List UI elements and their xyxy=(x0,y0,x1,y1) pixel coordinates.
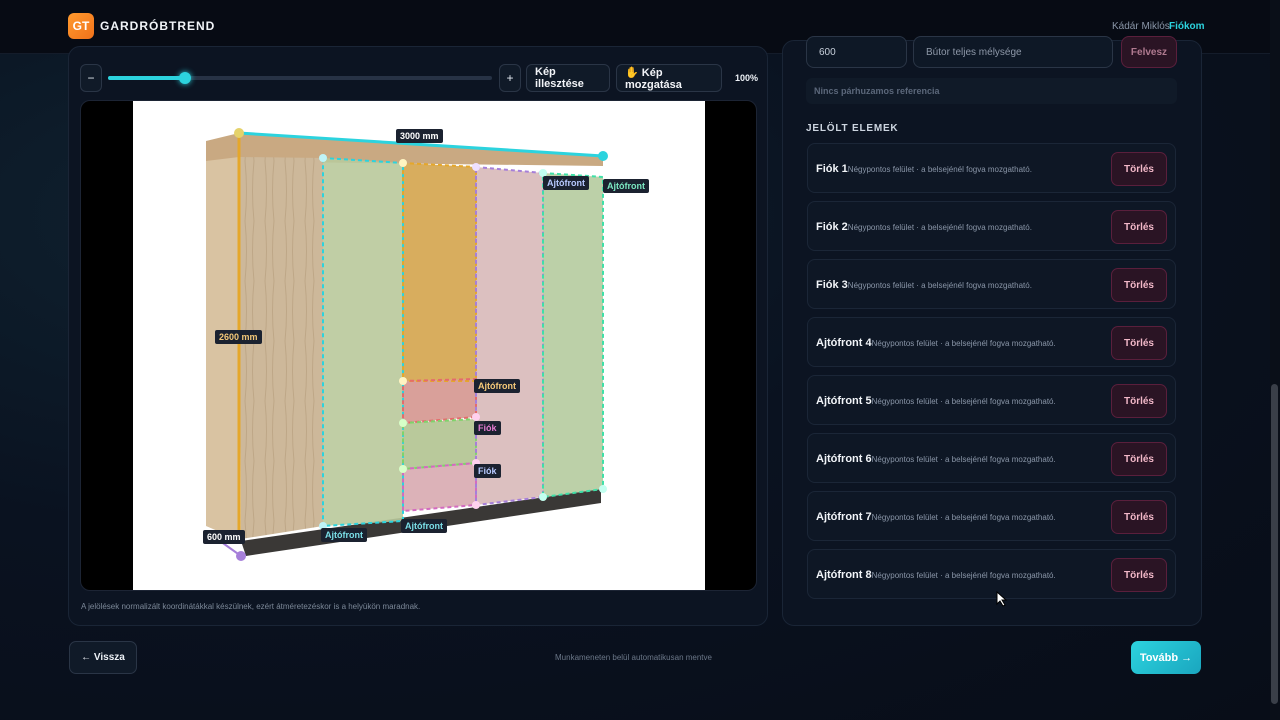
marked-element-description: Négypontos felület · a belsejénél fogva … xyxy=(847,223,1032,232)
panel-1 xyxy=(239,157,323,539)
element-label: Fiók xyxy=(474,421,501,435)
zoom-slider-fill xyxy=(108,76,185,80)
delete-element-button[interactable]: Törlés xyxy=(1111,384,1167,418)
marked-element-card[interactable]: Fiók 2Négypontos felület · a belsejénél … xyxy=(807,201,1176,251)
marked-element-card[interactable]: Ajtófront 4Négypontos felület · a belsej… xyxy=(807,317,1176,367)
handle-depth[interactable] xyxy=(236,551,246,561)
element-label: Ajtófront xyxy=(543,176,589,190)
marked-element-card[interactable]: Ajtófront 7Négypontos felület · a belsej… xyxy=(807,491,1176,541)
drawer-2[interactable] xyxy=(403,419,476,469)
image-canvas[interactable]: 3000 mm 2600 mm 600 mm Ajtófront Ajtófro… xyxy=(80,100,757,591)
marked-element-title: Fiók 1 xyxy=(816,163,848,175)
panel-4[interactable] xyxy=(476,167,543,505)
handle-point[interactable] xyxy=(472,413,480,421)
zoom-slider-track[interactable] xyxy=(108,76,492,80)
delete-element-button[interactable]: Törlés xyxy=(1111,500,1167,534)
logo-badge[interactable]: GT xyxy=(68,13,94,39)
handle-point[interactable] xyxy=(472,501,480,509)
delete-element-button[interactable]: Törlés xyxy=(1111,558,1167,592)
handle-point[interactable] xyxy=(599,485,607,493)
canvas-note: A jelölések normalizált koordinátákkal k… xyxy=(81,602,421,611)
marked-element-description: Négypontos felület · a belsejénél fogva … xyxy=(871,571,1056,580)
marked-element-name: Ajtófront 8Négypontos felület · a belsej… xyxy=(816,569,1056,581)
depth-input[interactable]: 600 xyxy=(806,36,907,68)
marked-element-card[interactable]: Ajtófront 5Négypontos felület · a belsej… xyxy=(807,375,1176,425)
element-label: Ajtófront xyxy=(401,519,447,533)
move-image-button[interactable]: ✋ Kép mozgatása xyxy=(616,64,722,92)
marked-element-name: Fiók 3Négypontos felület · a belsejénél … xyxy=(816,279,1032,291)
zoom-out-button[interactable]: − xyxy=(80,64,102,92)
element-label: Ajtófront xyxy=(474,379,520,393)
marked-element-description: Négypontos felület · a belsejénél fogva … xyxy=(871,397,1056,406)
handle-point[interactable] xyxy=(399,465,407,473)
handle-point[interactable] xyxy=(399,377,407,385)
marked-element-title: Ajtófront 7 xyxy=(816,511,872,523)
handle-point[interactable] xyxy=(319,154,327,162)
marked-element-description: Négypontos felület · a belsejénél fogva … xyxy=(847,165,1032,174)
marked-element-card[interactable]: Ajtófront 6Négypontos felület · a belsej… xyxy=(807,433,1176,483)
handle-top-right[interactable] xyxy=(598,151,608,161)
marked-element-title: Ajtófront 5 xyxy=(816,395,872,407)
marked-element-title: Ajtófront 8 xyxy=(816,569,872,581)
marked-element-name: Ajtófront 6Négypontos felület · a belsej… xyxy=(816,453,1056,465)
wardrobe-annotation-svg[interactable] xyxy=(81,101,757,591)
marked-element-description: Négypontos felület · a belsejénél fogva … xyxy=(871,513,1056,522)
delete-element-button[interactable]: Törlés xyxy=(1111,326,1167,360)
zoom-slider-thumb[interactable] xyxy=(178,72,191,84)
handle-point[interactable] xyxy=(399,159,407,167)
back-button[interactable]: ← Vissza xyxy=(69,641,137,674)
marked-element-card[interactable]: Fiók 3Négypontos felület · a belsejénél … xyxy=(807,259,1176,309)
element-label: Fiók xyxy=(474,464,501,478)
add-reference-button[interactable]: Felvesz xyxy=(1121,36,1177,68)
handle-top-left[interactable] xyxy=(234,128,244,138)
marked-element-card[interactable]: Ajtófront 8Négypontos felület · a belsej… xyxy=(807,549,1176,599)
delete-element-button[interactable]: Törlés xyxy=(1111,152,1167,186)
dim-label-depth: 600 mm xyxy=(203,530,245,544)
zoom-percentage: 100% xyxy=(735,73,759,83)
next-button[interactable]: Tovább → xyxy=(1131,641,1201,674)
mouse-cursor-icon xyxy=(996,591,1008,607)
marked-element-name: Fiók 2Négypontos felület · a belsejénél … xyxy=(816,221,1032,233)
marked-elements-title: JELÖLT ELEMEK xyxy=(806,123,899,134)
fit-image-button[interactable]: Kép illesztése xyxy=(526,64,610,92)
marked-element-name: Ajtófront 7Négypontos felület · a belsej… xyxy=(816,511,1056,523)
handle-point[interactable] xyxy=(472,163,480,171)
parallel-reference-note: Nincs párhuzamos referencia xyxy=(806,78,1177,104)
brand-name[interactable]: GARDRÓBTREND xyxy=(100,19,215,33)
drawer-3[interactable] xyxy=(403,463,476,511)
marked-element-name: Fiók 1Négypontos felület · a belsejénél … xyxy=(816,163,1032,175)
depth-description-input[interactable]: Bútor teljes mélysége xyxy=(913,36,1113,68)
element-label: Ajtófront xyxy=(321,528,367,542)
marked-element-title: Ajtófront 6 xyxy=(816,453,872,465)
delete-element-button[interactable]: Törlés xyxy=(1111,210,1167,244)
panel-5[interactable] xyxy=(543,173,603,497)
dim-label-height: 2600 mm xyxy=(215,330,262,344)
account-link[interactable]: Fiókom xyxy=(1169,21,1205,32)
user-name: Kádár Miklós xyxy=(1112,21,1170,32)
marked-element-description: Négypontos felület · a belsejénél fogva … xyxy=(871,339,1056,348)
page-scrollbar-thumb[interactable] xyxy=(1271,384,1278,704)
delete-element-button[interactable]: Törlés xyxy=(1111,442,1167,476)
dim-label-width: 3000 mm xyxy=(396,129,443,143)
marked-element-title: Ajtófront 4 xyxy=(816,337,872,349)
wardrobe-side xyxy=(206,157,241,541)
marked-element-description: Négypontos felület · a belsejénél fogva … xyxy=(847,281,1032,290)
panel-3[interactable] xyxy=(403,163,476,381)
panel-2[interactable] xyxy=(323,158,403,526)
marked-element-title: Fiók 3 xyxy=(816,279,848,291)
delete-element-button[interactable]: Törlés xyxy=(1111,268,1167,302)
marked-element-name: Ajtófront 5Négypontos felület · a belsej… xyxy=(816,395,1056,407)
drawer-1[interactable] xyxy=(403,379,476,423)
marked-element-title: Fiók 2 xyxy=(816,221,848,233)
autosave-status: Munkameneten belül automatikusan mentve xyxy=(555,653,712,662)
marked-element-name: Ajtófront 4Négypontos felület · a belsej… xyxy=(816,337,1056,349)
marked-element-card[interactable]: Fiók 1Négypontos felület · a belsejénél … xyxy=(807,143,1176,193)
element-label: Ajtófront xyxy=(603,179,649,193)
zoom-in-button[interactable]: + xyxy=(499,64,521,92)
marked-element-description: Négypontos felület · a belsejénél fogva … xyxy=(871,455,1056,464)
handle-point[interactable] xyxy=(539,493,547,501)
handle-point[interactable] xyxy=(399,419,407,427)
